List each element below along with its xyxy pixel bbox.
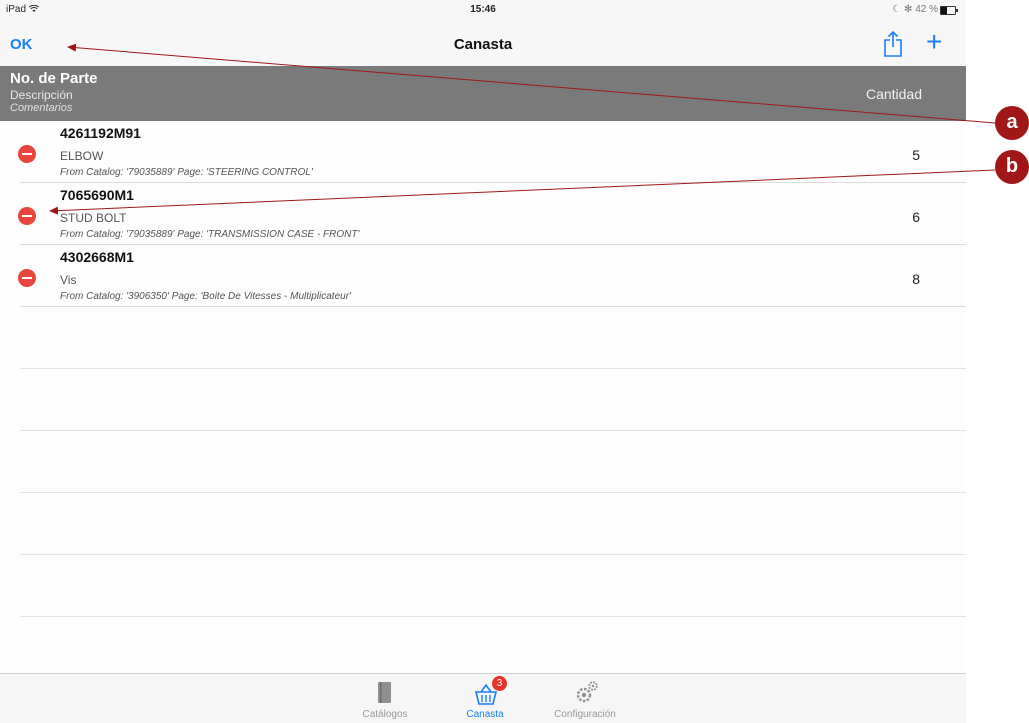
- part-quantity[interactable]: 5: [912, 147, 920, 163]
- bluetooth-icon: ☾ ✻: [892, 4, 913, 15]
- part-number: 4302668M1: [60, 249, 134, 265]
- part-number: 4261192M91: [60, 125, 141, 141]
- tab-settings[interactable]: Configuración: [540, 674, 630, 723]
- empty-row-divider: [20, 430, 966, 431]
- plus-icon[interactable]: +: [926, 28, 942, 56]
- battery-text: 42 %: [915, 4, 938, 15]
- header-description: Descripción: [10, 88, 73, 102]
- delete-icon[interactable]: [18, 207, 36, 225]
- tab-catalogs[interactable]: Catálogos: [340, 674, 430, 723]
- battery-percent: ☾ ✻ 42 %: [892, 4, 938, 15]
- part-description: ELBOW: [60, 149, 104, 163]
- part-description: Vis: [60, 273, 77, 287]
- battery-fill: [941, 7, 947, 14]
- empty-row-divider: [20, 616, 966, 617]
- header-quantity: Cantidad: [865, 86, 922, 102]
- part-quantity[interactable]: 8: [912, 271, 920, 287]
- callout-b: b: [995, 150, 1029, 184]
- list-item[interactable]: 7065690M1 STUD BOLT From Catalog: '79035…: [0, 183, 966, 245]
- book-icon: [376, 680, 394, 711]
- page-title: Canasta: [453, 36, 513, 53]
- part-quantity[interactable]: 6: [912, 209, 920, 225]
- empty-row-divider: [20, 492, 966, 493]
- gears-icon: [574, 678, 600, 711]
- table-header: No. de Parte Descripción Comentarios Can…: [0, 66, 966, 121]
- callout-a: a: [995, 106, 1029, 140]
- header-comments: Comentarios: [10, 102, 73, 114]
- row-divider: [20, 306, 966, 307]
- part-comment: From Catalog: '3906350' Page: 'Boite De …: [60, 291, 351, 302]
- part-description: STUD BOLT: [60, 211, 127, 225]
- empty-row-divider: [20, 368, 966, 369]
- share-icon[interactable]: [882, 30, 904, 58]
- delete-icon[interactable]: [18, 145, 36, 163]
- battery-icon: [940, 6, 958, 15]
- status-time: 15:46: [470, 4, 496, 15]
- delete-icon[interactable]: [18, 269, 36, 287]
- header-part-number: No. de Parte: [10, 70, 98, 87]
- tab-label: Canasta: [466, 709, 504, 720]
- tab-bar: Catálogos 3 Canasta Configuración: [0, 673, 966, 723]
- list-item[interactable]: 4261192M91 ELBOW From Catalog: '79035889…: [0, 121, 966, 183]
- part-number: 7065690M1: [60, 187, 134, 203]
- battery-nub: [956, 9, 958, 12]
- status-bar: iPad 15:46 ☾ ✻ 42 %: [0, 0, 966, 20]
- tab-label: Catálogos: [362, 709, 408, 720]
- empty-row-divider: [20, 554, 966, 555]
- tab-label: Configuración: [554, 709, 616, 720]
- navigation-bar: OK Canasta +: [0, 20, 966, 67]
- part-comment: From Catalog: '79035889' Page: 'STEERING…: [60, 167, 313, 178]
- basket-count-badge: 3: [492, 676, 507, 691]
- part-comment: From Catalog: '79035889' Page: 'TRANSMIS…: [60, 229, 360, 240]
- ipad-screen: iPad 15:46 ☾ ✻ 42 % OK Canasta + No. de …: [0, 0, 966, 723]
- tab-basket[interactable]: 3 Canasta: [440, 674, 530, 723]
- list-item[interactable]: 4302668M1 Vis From Catalog: '3906350' Pa…: [0, 245, 966, 307]
